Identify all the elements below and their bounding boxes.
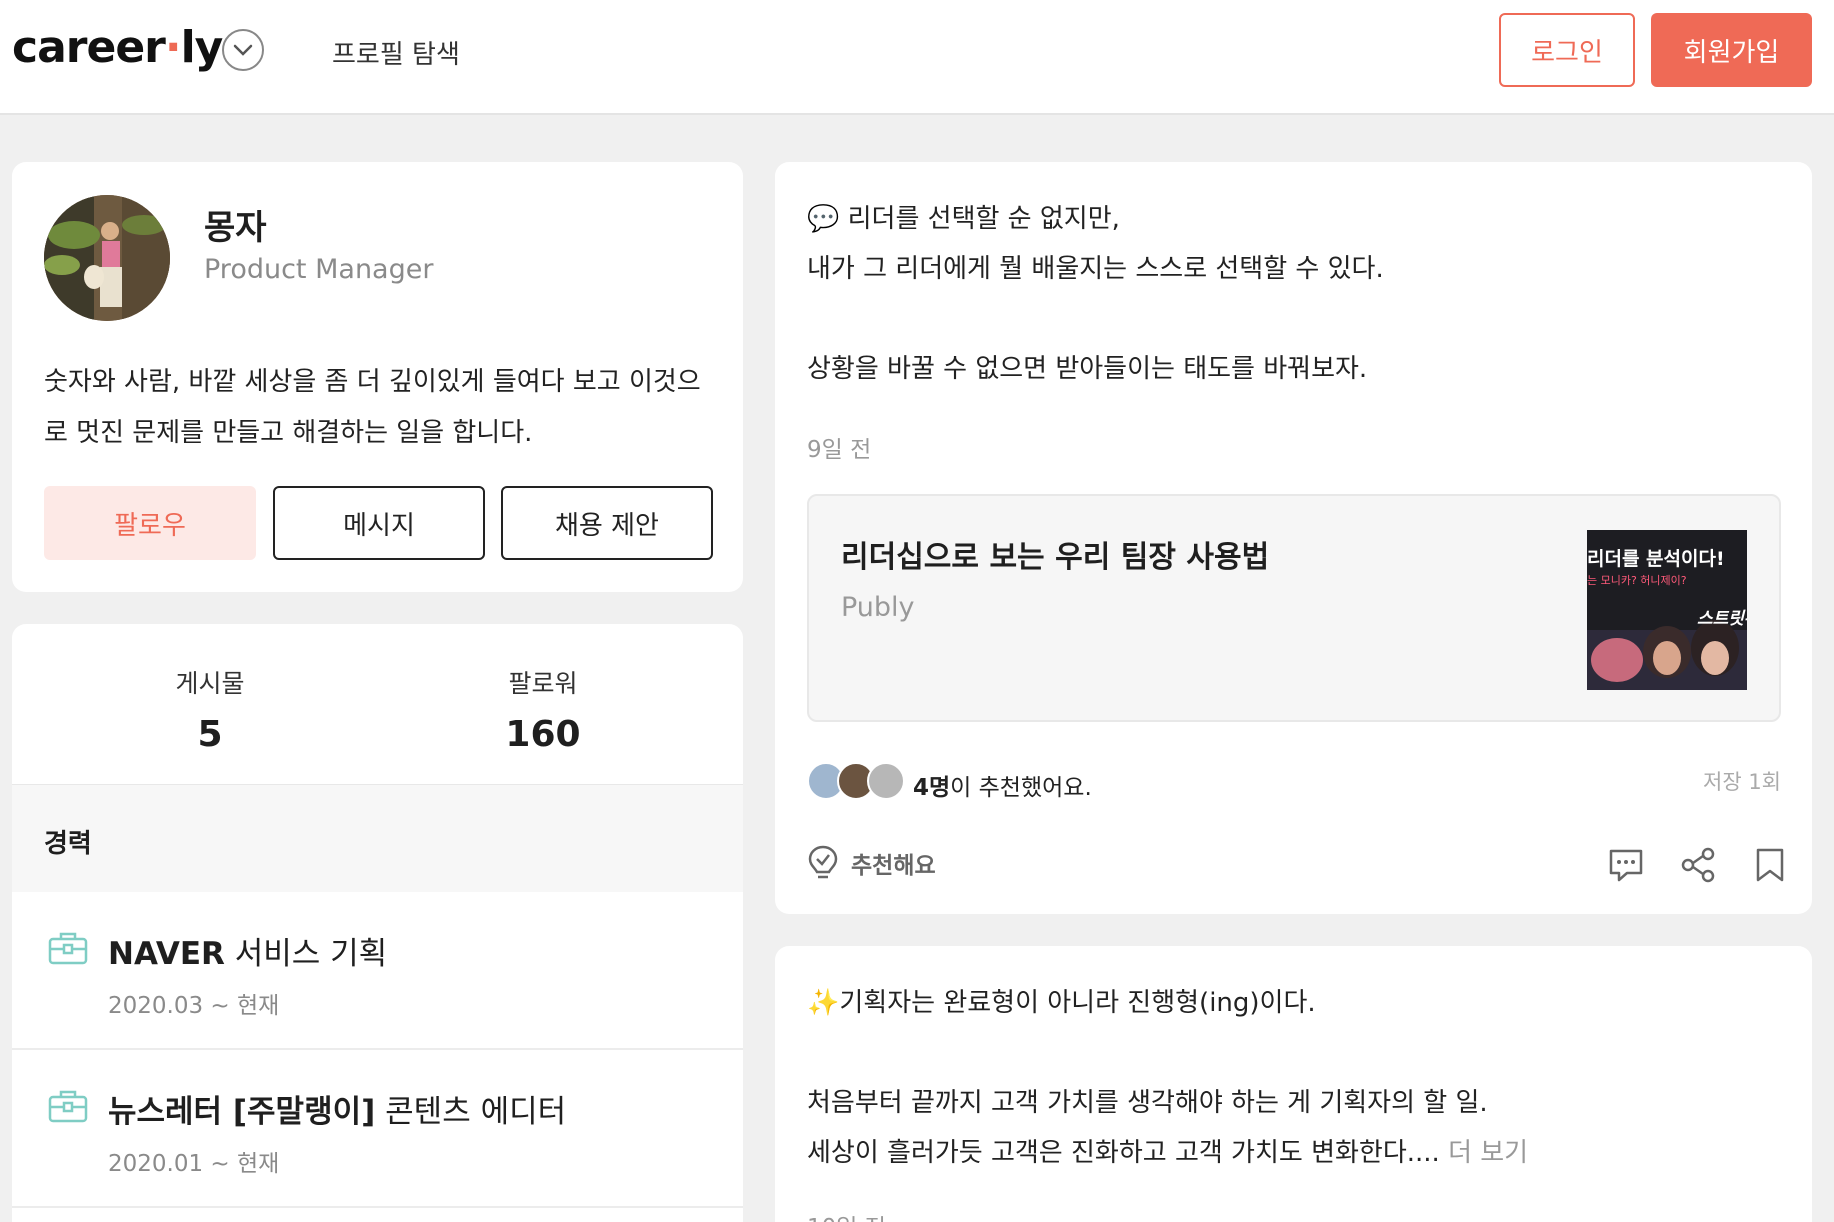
link-preview-card[interactable]: 리더십으로 보는 우리 팀장 사용법 Publy 리더를 분석이다! 는 모니카… (807, 494, 1781, 722)
message-button[interactable]: 메시지 (273, 486, 485, 560)
career-heading: 경력 (44, 829, 92, 859)
followers-stat[interactable]: 팔로워 160 (443, 664, 643, 755)
post-line: 상황을 바꿀 수 없으면 받아들이는 태도를 바꿔보자. (807, 354, 1368, 384)
post-line: ✨기획자는 완료형이 아니라 진행형(ing)이다. (807, 988, 1316, 1018)
post-card[interactable]: ✨기획자는 완료형이 아니라 진행형(ing)이다. 처음부터 끝까지 고객 가… (775, 946, 1812, 1222)
briefcase-icon (48, 1090, 88, 1123)
post-line: 💬 리더를 선택할 순 없지만, (807, 204, 1120, 234)
careerly-logo[interactable]: career·ly (12, 22, 223, 73)
briefcase-icon (48, 932, 88, 965)
link-thumbnail: 리더를 분석이다! 는 모니카? 허니제이? 스트릿우 (1587, 530, 1747, 690)
bookmark-icon[interactable] (1751, 846, 1789, 884)
career-period: 2020.03 ~ 현재 (108, 993, 280, 1019)
stats-card: 게시물 5 팔로워 160 경력 NAVER 서비스 기획 2020.03 ~ … (12, 624, 743, 1222)
thumb-text: 스트릿우 (1697, 609, 1747, 629)
chevron-down-icon[interactable] (222, 29, 264, 71)
career-title: 뉴스레터 [주말랭이] 콘텐츠 에디터 (108, 1094, 567, 1130)
link-source: Publy (841, 592, 915, 623)
recommend-count: 4명이 추천했어요. (913, 775, 1092, 801)
bio-line: 로 멋진 문제를 만들고 해결하는 일을 합니다. (44, 418, 533, 448)
save-count: 저장 1회 (1703, 770, 1781, 794)
link-title: 리더십으로 보는 우리 팀장 사용법 (841, 540, 1270, 575)
follow-button[interactable]: 팔로우 (44, 486, 256, 560)
avatar (44, 195, 170, 321)
posts-count: 5 (197, 714, 223, 755)
post-time: 10일 전 (807, 1208, 886, 1222)
followers-label: 팔로워 (508, 669, 578, 698)
post-time: 9일 전 (807, 437, 872, 463)
bio-line: 숫자와 사람, 바깥 세상을 좀 더 깊이있게 들여다 보고 이것으 (44, 367, 701, 397)
profile-role: Product Manager (204, 254, 434, 285)
post-actions: 추천해요 (807, 844, 1784, 888)
recommend-label: 추천해요 (851, 853, 936, 879)
profile-name: 몽자 (204, 208, 267, 248)
profile-card: 몽자 Product Manager 숫자와 사람, 바깥 세상을 좀 더 깊이… (12, 162, 743, 592)
avatar (867, 762, 905, 800)
career-item: NAVER 서비스 기획 2020.03 ~ 현재 (12, 892, 743, 1050)
recommenders-row[interactable]: 4명이 추천했어요. 저장 1회 (807, 762, 1781, 802)
more-link[interactable]: 더 보기 (1440, 1138, 1528, 1168)
posts-label: 게시물 (175, 669, 245, 698)
career-period: 2020.01 ~ 현재 (108, 1151, 280, 1177)
hire-offer-button[interactable]: 채용 제안 (501, 486, 713, 560)
lightbulb-icon (808, 845, 838, 879)
post-line: 내가 그 리더에게 뭘 배울지는 스스로 선택할 수 있다. (807, 254, 1384, 284)
profile-bio: 숫자와 사람, 바깥 세상을 좀 더 깊이있게 들여다 보고 이것으 로 멋진 … (44, 357, 724, 459)
career-title: NAVER 서비스 기획 (108, 936, 388, 972)
signup-button[interactable]: 회원가입 (1651, 13, 1812, 87)
share-icon[interactable] (1679, 846, 1717, 884)
recommend-button[interactable]: 추천해요 (807, 844, 936, 882)
career-section-header: 경력 (12, 784, 743, 892)
thumb-text: 는 모니카? 허니제이? (1587, 574, 1687, 587)
post-line: 세상이 흘러가듯 고객은 진화하고 고객 가치도 변화한다.... 더 보기 (807, 1138, 1529, 1168)
followers-count: 160 (505, 714, 581, 755)
comment-icon[interactable] (1607, 846, 1645, 884)
thumb-text: 리더를 분석이다! (1587, 548, 1725, 570)
career-item: 뉴스레터 [주말랭이] 콘텐츠 에디터 2020.01 ~ 현재 (12, 1050, 743, 1208)
post-line: 처음부터 끝까지 고객 가치를 생각해야 하는 게 기획자의 할 일. (807, 1088, 1488, 1118)
top-header: career·ly 프로필 탐색 로그인 회원가입 (0, 0, 1834, 115)
nav-profile-explore[interactable]: 프로필 탐색 (332, 34, 460, 71)
posts-stat[interactable]: 게시물 5 (110, 664, 310, 755)
login-button[interactable]: 로그인 (1499, 13, 1635, 87)
post-card[interactable]: 💬 리더를 선택할 순 없지만, 내가 그 리더에게 뭘 배울지는 스스로 선택… (775, 162, 1812, 914)
